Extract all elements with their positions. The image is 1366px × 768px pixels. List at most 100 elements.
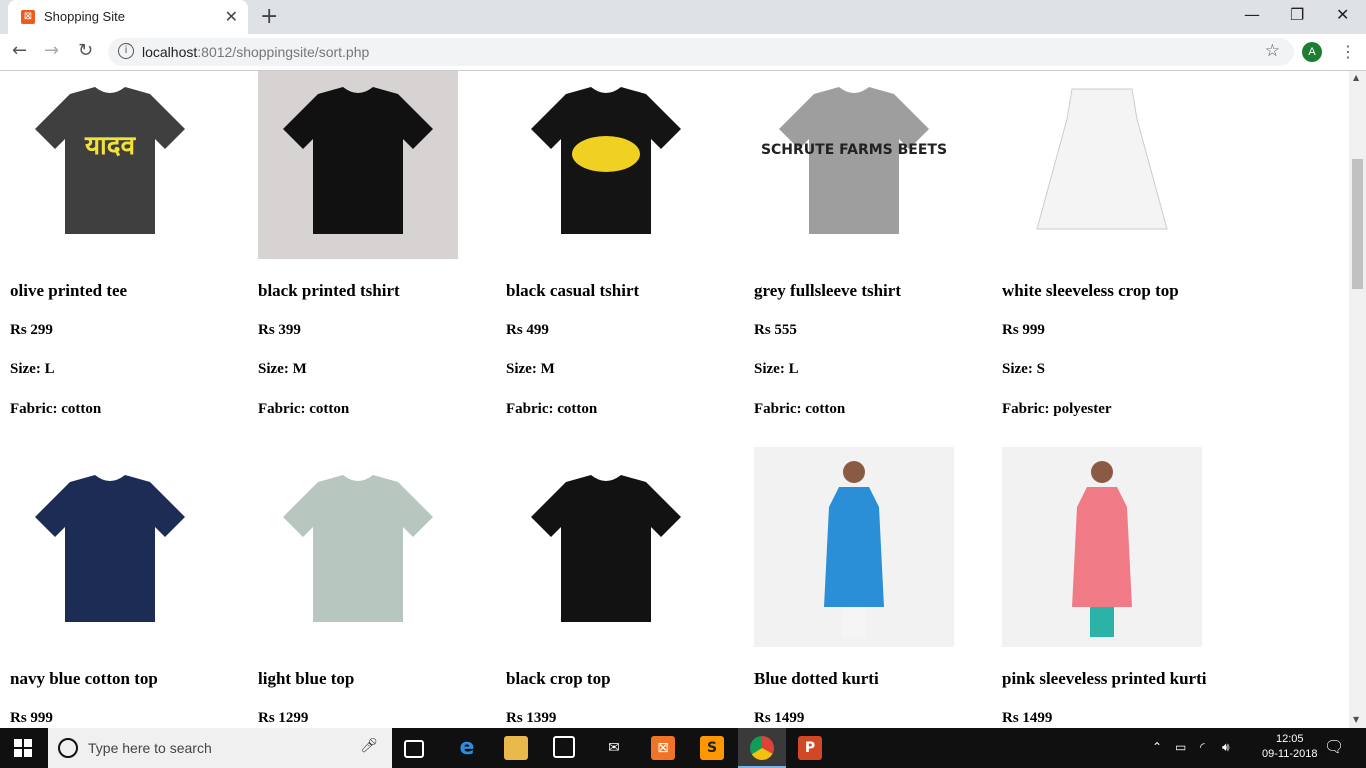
product-price: Rs 399: [258, 322, 301, 338]
clock-time: 12:05: [1275, 733, 1304, 745]
product-card[interactable]: यादव olive printed tee Rs 299 Size: L Fabric…: [10, 71, 250, 417]
taskbar-clock[interactable]: 12:05 09-11-2018: [1262, 732, 1317, 762]
chrome-taskbar-button[interactable]: [738, 728, 786, 768]
tab-shopping-site[interactable]: ⊠ Shopping Site ✕: [8, 0, 248, 34]
url-text[interactable]: localhost:8012/shoppingsite/sort.php: [142, 44, 369, 60]
product-price: Rs 999: [1002, 322, 1045, 338]
shirt-print-text: यादव: [84, 131, 137, 161]
product-image[interactable]: [1002, 447, 1202, 647]
window-close-button[interactable]: ✕: [1336, 5, 1349, 24]
product-image[interactable]: [506, 71, 706, 259]
notifications-icon[interactable]: 🗨︎: [1324, 737, 1344, 756]
maximize-button[interactable]: ❐: [1290, 5, 1304, 24]
address-bar[interactable]: i localhost:8012/shoppingsite/sort.php ☆: [108, 38, 1294, 66]
product-name: pink sleeveless printed kurti: [1002, 669, 1207, 688]
product-card[interactable]: black crop topRs 1399Size: SFabric: cott…: [506, 447, 746, 726]
store-icon[interactable]: [553, 736, 575, 758]
product-name: white sleeveless crop top: [1002, 281, 1179, 300]
product-size: Size: M: [258, 361, 307, 377]
file-explorer-icon[interactable]: [504, 736, 528, 760]
browser-toolbar: ← → ↻ i localhost:8012/shoppingsite/sort…: [0, 34, 1366, 71]
product-name: light blue top: [258, 669, 355, 688]
product-image[interactable]: [506, 447, 706, 647]
url-path: :8012/shoppingsite/sort.php: [197, 44, 370, 60]
show-hidden-icons-icon[interactable]: ⌃: [1152, 740, 1162, 754]
taskbar-search-box[interactable]: Type here to search 🎤︎: [48, 728, 392, 768]
volume-icon[interactable]: 🔊︎: [1222, 740, 1230, 755]
mail-icon[interactable]: ✉: [602, 736, 626, 760]
edge-browser-icon[interactable]: e: [455, 736, 479, 760]
product-price: Rs 1399: [506, 710, 557, 726]
product-name: black printed tshirt: [258, 281, 400, 300]
product-size: Size: L: [754, 361, 799, 377]
tab-close-icon[interactable]: ✕: [225, 7, 238, 26]
product-name: black crop top: [506, 669, 611, 688]
vertical-scrollbar[interactable]: ▲ ▼: [1349, 71, 1366, 728]
windows-start-icon[interactable]: [14, 739, 32, 757]
product-card[interactable]: white sleeveless crop top Rs 999 Size: S Fa…: [1002, 71, 1242, 417]
tab-title: Shopping Site: [44, 9, 125, 24]
product-fabric: Fabric: cotton: [754, 401, 846, 417]
xampp-favicon-icon: ⊠: [21, 10, 35, 24]
product-card[interactable]: black casual tshirt Rs 499 Size: M Fabric: …: [506, 71, 746, 417]
product-fabric: Fabric: cotton: [258, 401, 350, 417]
wifi-icon[interactable]: ◜: [1200, 740, 1205, 754]
tab-strip: ⊠ Shopping Site ✕ + — ❐ ✕: [0, 0, 1366, 34]
scroll-up-arrow-icon[interactable]: ▲: [1353, 73, 1359, 82]
minimize-button[interactable]: —: [1244, 5, 1260, 24]
product-card[interactable]: black printed tshirt Rs 399 Size: M Fabric:…: [258, 71, 498, 417]
battery-icon[interactable]: ▭: [1175, 740, 1186, 754]
scroll-down-arrow-icon[interactable]: ▼: [1353, 715, 1359, 724]
garment-graphic: [283, 87, 433, 234]
product-card[interactable]: navy blue cotton topRs 999Size: MFabric:…: [10, 447, 250, 726]
garment-graphic: [35, 475, 185, 622]
url-host: localhost: [142, 44, 198, 60]
product-card[interactable]: pink sleeveless printed kurtiRs 1499Size…: [1002, 447, 1242, 726]
forward-arrow-icon[interactable]: →: [44, 40, 59, 61]
back-arrow-icon[interactable]: ←: [12, 40, 27, 61]
profile-avatar[interactable]: A: [1302, 42, 1322, 62]
xampp-icon[interactable]: ⊠: [651, 736, 675, 760]
product-image[interactable]: [258, 447, 458, 647]
product-size: Size: M: [506, 361, 555, 377]
product-image[interactable]: [258, 71, 458, 259]
windows-taskbar: Type here to search 🎤︎ e ✉ ⊠ S P ⌃ ▭ ◜ 🔊…: [0, 728, 1366, 768]
cortana-icon: [58, 738, 78, 758]
product-fabric: Fabric: cotton: [506, 401, 598, 417]
search-placeholder: Type here to search: [88, 740, 212, 756]
reload-icon[interactable]: ↻: [78, 40, 93, 61]
product-size: Size: S: [1002, 361, 1045, 377]
garment-graphic: [531, 87, 681, 234]
product-image[interactable]: यादव: [10, 71, 210, 259]
product-price: Rs 499: [506, 322, 549, 338]
shirt-print-text: SCHRUTE FARMS BEETS: [761, 142, 947, 158]
product-name: Blue dotted kurti: [754, 669, 879, 688]
powerpoint-icon[interactable]: P: [798, 736, 822, 760]
clock-date: 09-11-2018: [1262, 748, 1318, 760]
product-image[interactable]: [10, 447, 210, 647]
product-card[interactable]: Blue dotted kurtiRs 1499Size: MFabric: c…: [754, 447, 994, 726]
product-price: Rs 999: [10, 710, 53, 726]
task-view-icon[interactable]: [404, 740, 424, 758]
bookmark-star-icon[interactable]: ☆: [1265, 41, 1280, 61]
product-card[interactable]: light blue topRs 1299Size: MFabric: cott…: [258, 447, 498, 726]
info-icon[interactable]: i: [118, 43, 134, 59]
product-image[interactable]: [754, 447, 954, 647]
product-fabric: Fabric: cotton: [10, 401, 102, 417]
garment-graphic: [531, 475, 681, 622]
sublime-text-icon[interactable]: S: [700, 736, 724, 760]
new-tab-button[interactable]: +: [260, 4, 278, 29]
menu-dots-icon[interactable]: ⋮: [1340, 42, 1356, 61]
product-card[interactable]: SCHRUTE FARMS BEETS grey fullsleeve tshir…: [754, 71, 994, 417]
microphone-icon[interactable]: 🎤︎: [360, 738, 378, 754]
product-image[interactable]: [1002, 71, 1202, 259]
product-name: navy blue cotton top: [10, 669, 158, 688]
garment-graphic: [283, 475, 433, 622]
product-size: Size: L: [10, 361, 55, 377]
product-image[interactable]: SCHRUTE FARMS BEETS: [754, 71, 954, 259]
scrollbar-thumb[interactable]: [1352, 159, 1363, 289]
garment-graphic: SCHRUTE FARMS BEETS: [761, 87, 947, 234]
garment-graphic: यादव: [35, 87, 185, 234]
garment-graphic: [1072, 461, 1132, 637]
product-price: Rs 1499: [1002, 710, 1053, 726]
